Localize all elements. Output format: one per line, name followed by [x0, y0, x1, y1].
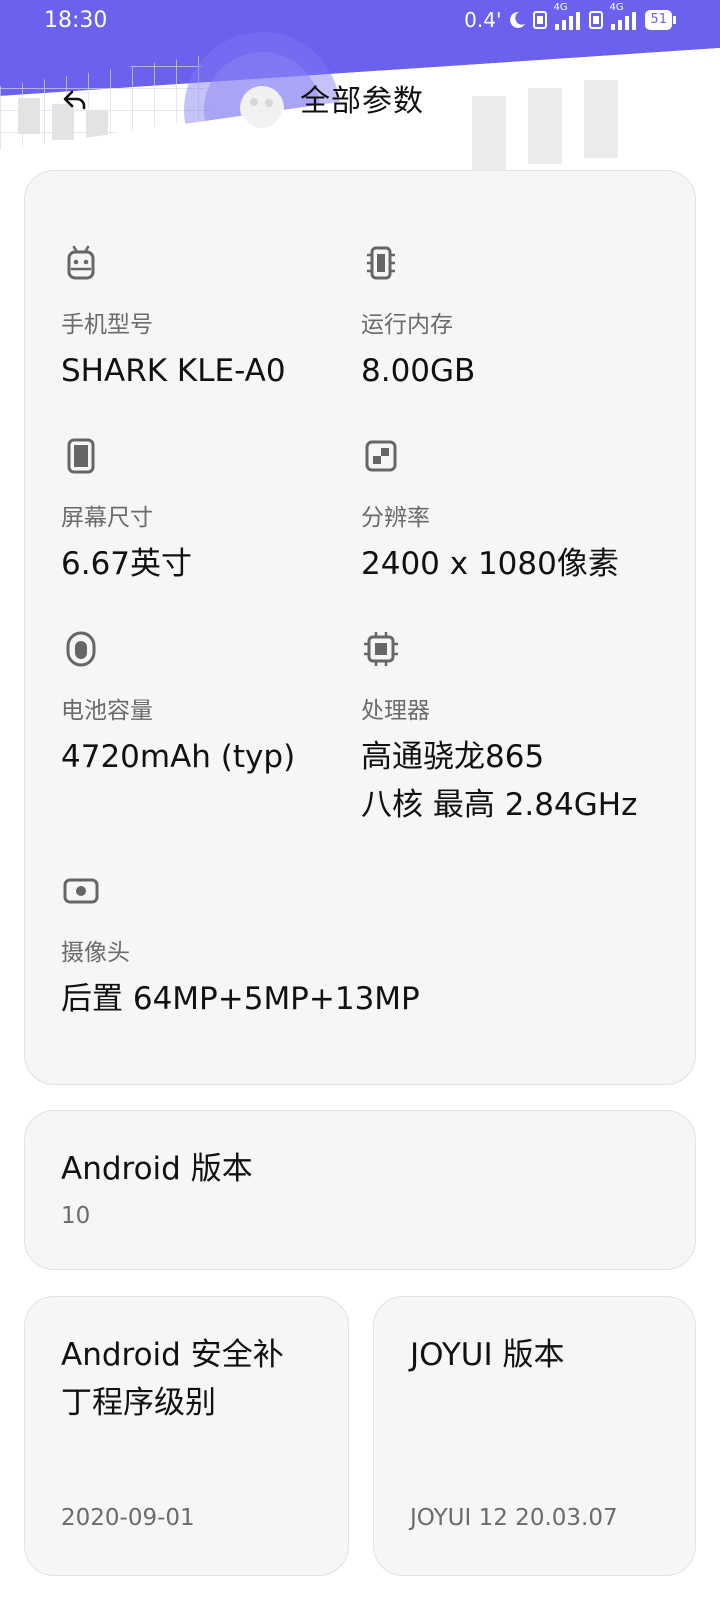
signal-icon-2: [611, 12, 637, 30]
cpu-icon: [364, 632, 398, 666]
spec-ram-label: 运行内存: [361, 312, 453, 338]
spec-camera: 摄像头 后置 64MP+5MP+13MP: [61, 871, 420, 1017]
phone-screen-icon: [67, 438, 95, 474]
android-version-card[interactable]: Android 版本 10: [24, 1110, 696, 1270]
network-type-label-2: 4G: [609, 2, 624, 13]
spec-battery-label: 电池容量: [61, 698, 153, 724]
memory-chip-icon: [367, 246, 395, 280]
spec-processor: 处理器 高通骁龙865 八核 最高 2.84GHz: [361, 629, 637, 823]
screen: 18:30 0.4' 4G 4G 51 全部参数 手机型号 SHARK KLE-…: [0, 0, 720, 1600]
moon-icon: [510, 11, 526, 28]
spec-screen-size: 屏幕尺寸 6.67英寸: [61, 436, 192, 582]
android-robot-icon: [67, 245, 95, 280]
spec-resolution: 分辨率 2400 x 1080像素: [361, 436, 619, 582]
spec-ram: 运行内存 8.00GB: [361, 243, 475, 389]
signal-strength-2: 4G: [609, 2, 639, 30]
battery-indicator: 51: [645, 10, 676, 30]
spec-ram-value: 8.00GB: [361, 353, 476, 389]
status-time: 18:30: [44, 8, 108, 33]
security-patch-title-line2: 丁程序级别: [61, 1385, 216, 1421]
joyui-version-card[interactable]: JOYUI 版本 JOYUI 12 20.03.07: [373, 1296, 696, 1576]
security-patch-value: 2020-09-01: [61, 1505, 195, 1531]
spec-screen-size-value: 6.67英寸: [61, 546, 193, 582]
android-version-value: 10: [61, 1203, 91, 1229]
spec-processor-label: 处理器: [361, 698, 430, 724]
signal-icon: [555, 12, 581, 30]
spec-model: 手机型号 SHARK KLE-A0: [61, 243, 286, 389]
battery-tip: [673, 16, 676, 24]
spec-processor-line2: 八核 最高 2.84GHz: [361, 787, 638, 823]
network-speed: 0.4': [464, 8, 502, 32]
android-version-title: Android 版本: [61, 1151, 253, 1187]
spec-screen-size-label: 屏幕尺寸: [61, 505, 153, 531]
specs-card: 手机型号 SHARK KLE-A0 运行内存 8.00GB 屏幕尺寸 6.67英…: [24, 170, 696, 1085]
spec-model-label: 手机型号: [61, 312, 153, 338]
spec-camera-value: 后置 64MP+5MP+13MP: [61, 981, 420, 1017]
signal-strength-1: 4G: [553, 2, 583, 30]
header: 18:30 0.4' 4G 4G 51 全部参数: [0, 0, 720, 185]
spec-processor-value: 高通骁龙865 八核 最高 2.84GHz: [361, 733, 637, 829]
security-patch-title-line1: Android 安全补: [61, 1337, 284, 1373]
spec-processor-line1: 高通骁龙865: [361, 739, 545, 775]
spec-battery-value: 4720mAh (typ): [61, 739, 296, 775]
spec-resolution-label: 分辨率: [361, 505, 430, 531]
spec-camera-label: 摄像头: [61, 940, 130, 966]
spec-resolution-value: 2400 x 1080像素: [361, 546, 619, 582]
sim-icon-2: [589, 11, 604, 29]
security-patch-title: Android 安全补 丁程序级别: [61, 1331, 284, 1427]
camera-icon: [63, 878, 99, 904]
back-button[interactable]: [56, 80, 96, 120]
back-arrow-icon: [63, 90, 86, 110]
status-bar: 18:30 0.4' 4G 4G 51: [0, 0, 720, 44]
joyui-version-value: JOYUI 12 20.03.07: [410, 1505, 618, 1531]
status-icons: 0.4' 4G 4G 51: [464, 2, 676, 32]
sim-icon: [533, 11, 548, 29]
battery-level: 51: [645, 10, 672, 30]
page-title: 全部参数: [300, 84, 424, 119]
joyui-version-title: JOYUI 版本: [410, 1337, 565, 1373]
resolution-icon: [365, 440, 397, 472]
battery-icon: [66, 631, 96, 667]
spec-battery: 电池容量 4720mAh (typ): [61, 629, 295, 775]
security-patch-card[interactable]: Android 安全补 丁程序级别 2020-09-01: [24, 1296, 349, 1576]
network-type-label: 4G: [553, 2, 568, 13]
spec-model-value: SHARK KLE-A0: [61, 353, 286, 389]
